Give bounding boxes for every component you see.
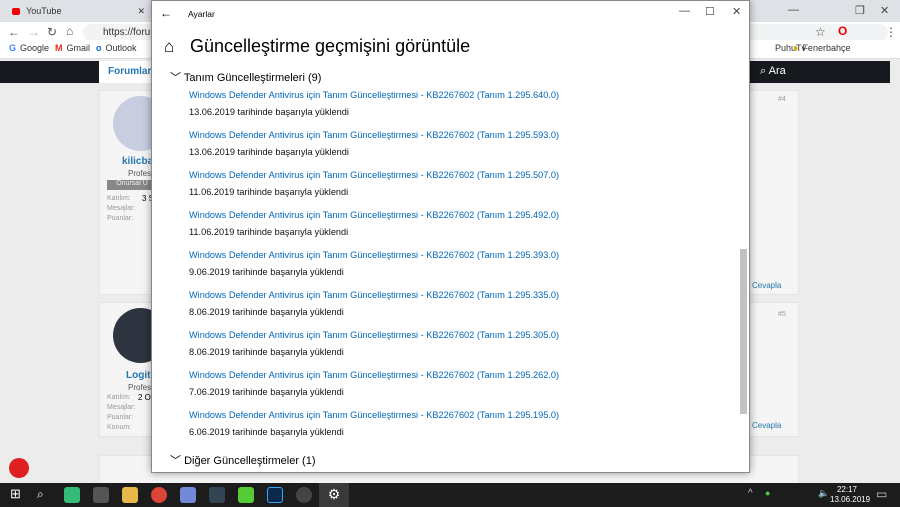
- update-status: 9.06.2019 tarihinde başarıyla yüklendi: [189, 267, 344, 277]
- reply-button[interactable]: Cevapla: [752, 281, 781, 290]
- update-link[interactable]: Windows Defender Antivirus için Tanım Gü…: [189, 90, 559, 100]
- page-title: Güncelleştirme geçmişini görüntüle: [190, 36, 471, 56]
- scrollbar-thumb[interactable]: [740, 249, 747, 414]
- reply-button[interactable]: Cevapla: [752, 421, 781, 430]
- chevron-down-icon: ﹀: [170, 455, 181, 467]
- update-item: Windows Defender Antivirus için Tanım Gü…: [189, 90, 559, 117]
- bookmark-label: Gmail: [66, 43, 91, 53]
- settings-window: ← Ayarlar — ☐ ✕ ⌂ Güncelleştirme geçmişi…: [151, 0, 750, 473]
- update-link[interactable]: Windows Defender Antivirus için Tanım Gü…: [189, 130, 559, 140]
- update-status: 8.06.2019 tarihinde başarıyla yüklendi: [189, 347, 344, 357]
- update-item: Windows Defender Antivirus için Tanım Gü…: [189, 330, 559, 357]
- maximize-icon[interactable]: ❐: [855, 4, 865, 17]
- clock[interactable]: 22:17 13.06.2019: [830, 485, 870, 505]
- maximize-icon[interactable]: ☐: [705, 5, 715, 18]
- app-icon[interactable]: [296, 487, 312, 503]
- forum-search[interactable]: ⌕ Ara: [760, 65, 786, 78]
- group-label: Diğer Güncelleştirmeler (1): [184, 455, 316, 467]
- star-icon[interactable]: ☆: [815, 25, 826, 39]
- update-link[interactable]: Windows Defender Antivirus için Tanım Gü…: [189, 410, 559, 420]
- post-number[interactable]: #4: [778, 96, 786, 103]
- volume-icon[interactable]: 🔈: [818, 488, 829, 499]
- reload-icon[interactable]: ↻: [47, 25, 57, 39]
- update-link[interactable]: Windows Defender Antivirus için Tanım Gü…: [189, 250, 559, 260]
- update-status: 6.06.2019 tarihinde başarıyla yüklendi: [189, 427, 344, 437]
- photoshop-icon[interactable]: [267, 487, 283, 503]
- search-icon[interactable]: ⌕: [37, 487, 44, 502]
- update-item: Windows Defender Antivirus için Tanım Gü…: [189, 410, 559, 437]
- close-icon[interactable]: ✕: [880, 4, 889, 17]
- youtube-icon: [12, 7, 21, 15]
- forward-icon[interactable]: →: [28, 25, 40, 39]
- update-item: Windows Defender Antivirus için Tanım Gü…: [189, 290, 559, 317]
- tray-defender-icon[interactable]: ●: [765, 488, 770, 498]
- browser-tab[interactable]: YouTube ✕: [0, 0, 145, 22]
- store-icon[interactable]: [64, 487, 80, 503]
- group-other-updates[interactable]: ﹀ Diğer Güncelleştirmeler (1): [170, 452, 316, 468]
- explorer-icon[interactable]: [122, 487, 138, 503]
- update-link[interactable]: Windows Defender Antivirus için Tanım Gü…: [189, 170, 559, 180]
- update-status: 11.06.2019 tarihinde başarıyla yüklendi: [189, 187, 349, 197]
- update-link[interactable]: Windows Defender Antivirus için Tanım Gü…: [189, 330, 559, 340]
- tab-title: YouTube: [26, 6, 62, 16]
- search-label: Ara: [768, 65, 786, 77]
- chevron-down-icon: ﹀: [170, 72, 181, 84]
- settings-taskbar-icon[interactable]: ⚙: [319, 483, 349, 507]
- bookmark-outlook[interactable]: o Outlook: [96, 43, 137, 53]
- update-item: Windows Defender Antivirus için Tanım Gü…: [189, 370, 559, 397]
- user-fields: Katılım: Mesajlar: Puanlar:: [107, 195, 136, 222]
- update-link[interactable]: Windows Defender Antivirus için Tanım Gü…: [189, 290, 559, 300]
- update-item: Windows Defender Antivirus için Tanım Gü…: [189, 250, 559, 277]
- update-status: 13.06.2019 tarihinde başarıyla yüklendi: [189, 147, 349, 157]
- bookmark-fenerbahce[interactable]: ● Fenerbahçe: [793, 43, 850, 53]
- utorrent-icon[interactable]: [238, 487, 254, 503]
- opera-extension-icon[interactable]: O: [838, 24, 847, 38]
- update-link[interactable]: Windows Defender Antivirus için Tanım Gü…: [189, 370, 559, 380]
- group-label: Tanım Güncelleştirmeleri (9): [183, 72, 322, 84]
- chrome-icon[interactable]: [151, 487, 167, 503]
- minimize-icon[interactable]: —: [788, 4, 799, 16]
- update-item: Windows Defender Antivirus için Tanım Gü…: [189, 210, 559, 237]
- update-status: 13.06.2019 tarihinde başarıyla yüklendi: [189, 107, 349, 117]
- user-fields: Katılım: Mesajlar: Puanlar: Konum:: [107, 394, 136, 431]
- user-badge: Onursal Ü: [107, 180, 157, 190]
- post-number[interactable]: #5: [778, 311, 786, 318]
- close-tab-icon[interactable]: ✕: [137, 6, 145, 17]
- mail-icon[interactable]: [93, 487, 109, 503]
- window-title: Ayarlar: [188, 9, 215, 19]
- update-status: 7.06.2019 tarihinde başarıyla yüklendi: [189, 387, 344, 397]
- update-item: Windows Defender Antivirus için Tanım Gü…: [189, 170, 559, 197]
- home-icon[interactable]: ⌂: [164, 37, 174, 57]
- menu-icon[interactable]: ⋮: [885, 25, 897, 39]
- back-icon[interactable]: ←: [160, 6, 172, 20]
- notification-icon[interactable]: [9, 458, 29, 478]
- bookmark-gmail[interactable]: M Gmail: [55, 43, 90, 53]
- bookmark-label: Google: [20, 43, 50, 53]
- tray-chevron-icon[interactable]: ^: [748, 488, 753, 499]
- update-item: Windows Defender Antivirus için Tanım Gü…: [189, 130, 559, 157]
- update-status: 11.06.2019 tarihinde başarıyla yüklendi: [189, 227, 349, 237]
- close-icon[interactable]: ✕: [732, 5, 741, 18]
- update-status: 8.06.2019 tarihinde başarıyla yüklendi: [189, 307, 344, 317]
- bookmark-label: Outlook: [105, 43, 137, 53]
- forum-tab-forumlar[interactable]: Forumlar: [99, 61, 154, 83]
- update-link[interactable]: Windows Defender Antivirus için Tanım Gü…: [189, 210, 559, 220]
- home-icon[interactable]: ⌂: [66, 24, 73, 38]
- discord-icon[interactable]: [180, 487, 196, 503]
- start-icon[interactable]: ⊞: [10, 486, 21, 502]
- taskbar: ⊞ ⌕ ⚙ ^ ● 🔈 22:17 13.06.2019 ▭: [0, 483, 900, 507]
- group-definition-updates[interactable]: ﹀ Tanım Güncelleştirmeleri (9): [170, 69, 321, 85]
- bookmark-label: Fenerbahçe: [802, 43, 851, 53]
- steam-icon[interactable]: [209, 487, 225, 503]
- action-center-icon[interactable]: ▭: [876, 487, 887, 501]
- bookmark-google[interactable]: G Google: [9, 43, 49, 53]
- back-icon[interactable]: ←: [8, 25, 20, 39]
- minimize-icon[interactable]: —: [679, 5, 690, 17]
